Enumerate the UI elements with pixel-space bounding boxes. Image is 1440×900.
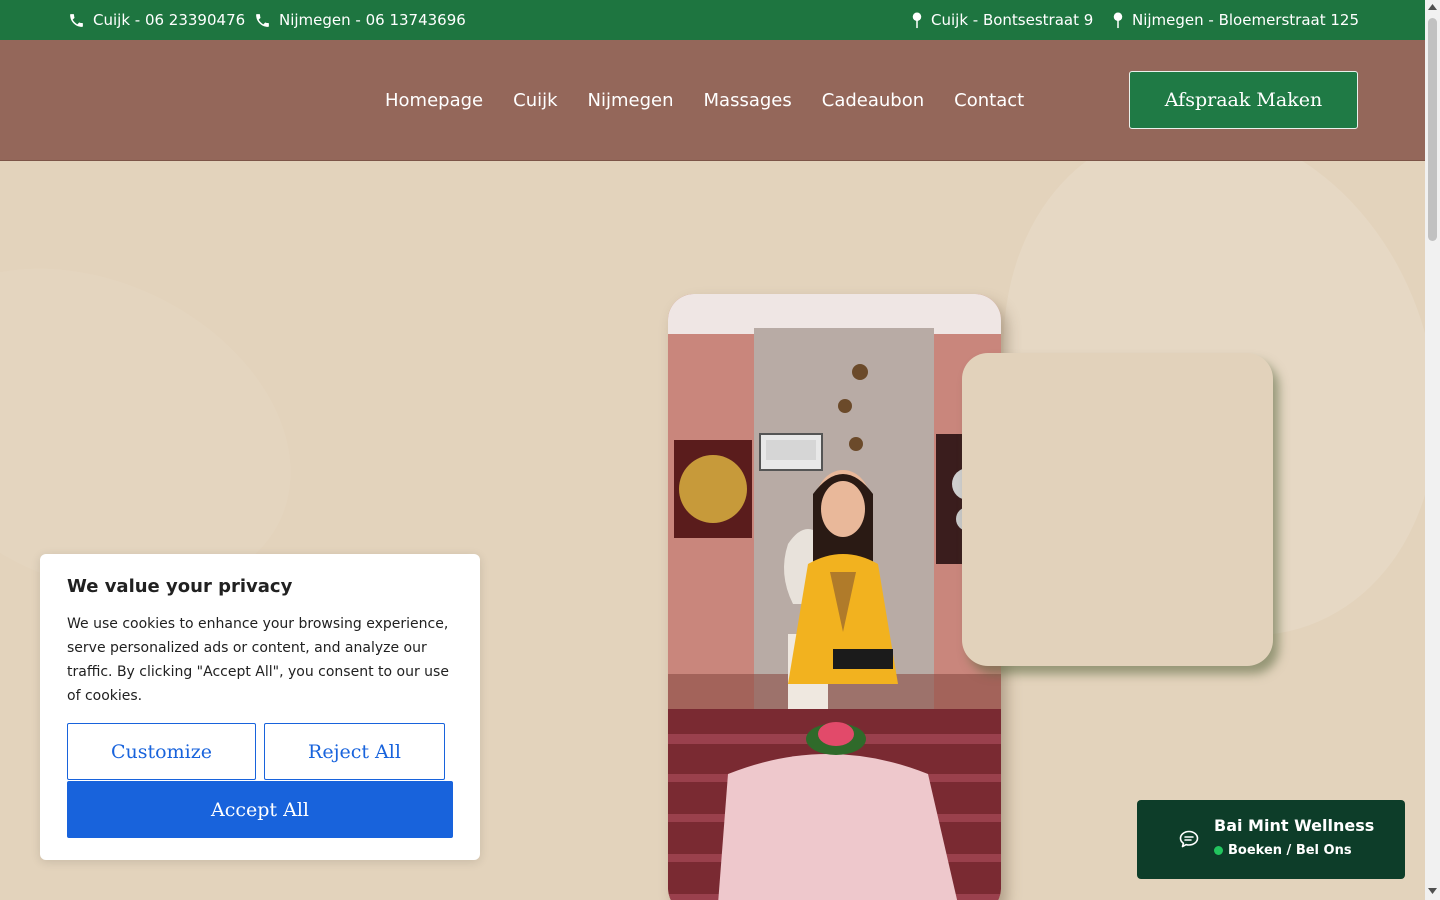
phone-icon	[70, 13, 83, 27]
phone-nijmegen-text: Nijmegen - 06 13743696	[279, 11, 466, 29]
address-link-cuijk[interactable]: Cuijk - Bontsestraat 9	[911, 0, 1093, 40]
cookie-reject-all-button[interactable]: Reject All	[264, 723, 445, 780]
massage-therapist-illustration	[668, 294, 1001, 900]
chat-title: Bai Mint Wellness	[1214, 816, 1375, 835]
hero-photo	[668, 294, 1001, 900]
online-status-dot	[1214, 846, 1223, 855]
nav-item-massages[interactable]: Massages	[704, 90, 792, 111]
nav-item-cuijk[interactable]: Cuijk	[513, 90, 557, 111]
location-pin-icon	[912, 11, 922, 28]
address-cuijk-text: Cuijk - Bontsestraat 9	[931, 11, 1094, 29]
nav-item-homepage[interactable]: Homepage	[385, 90, 483, 111]
scrollbar-thumb[interactable]	[1428, 18, 1437, 241]
main-nav: Homepage Cuijk Nijmegen Massages Cadeaub…	[385, 40, 1054, 160]
nav-item-nijmegen[interactable]: Nijmegen	[588, 90, 674, 111]
scroll-up-arrow-icon[interactable]	[1428, 4, 1437, 10]
phone-cuijk-text: Cuijk - 06 23390476	[93, 11, 246, 29]
cookie-customize-button[interactable]: Customize	[67, 723, 256, 780]
cookie-accept-all-button[interactable]: Accept All	[67, 781, 453, 838]
phone-link-nijmegen[interactable]: Nijmegen - 06 13743696	[254, 0, 466, 40]
scroll-down-arrow-icon[interactable]	[1428, 888, 1437, 894]
address-link-nijmegen[interactable]: Nijmegen - Bloemerstraat 125	[1112, 0, 1359, 40]
nav-item-cadeaubon[interactable]: Cadeaubon	[822, 90, 924, 111]
chat-subtitle: Boeken / Bel Ons	[1228, 843, 1352, 858]
book-appointment-button[interactable]: Afspraak Maken	[1129, 71, 1358, 129]
hero-info-card	[962, 353, 1273, 666]
cookie-description: We use cookies to enhance your browsing …	[67, 616, 449, 704]
phone-link-cuijk[interactable]: Cuijk - 06 23390476	[68, 0, 245, 40]
chat-widget[interactable]: Bai Mint Wellness Boeken / Bel Ons	[1137, 800, 1405, 879]
nav-item-contact[interactable]: Contact	[954, 90, 1024, 111]
location-pin-icon	[1113, 11, 1123, 28]
top-bar: Cuijk - 06 23390476 Nijmegen - 06 137436…	[0, 0, 1425, 40]
address-nijmegen-text: Nijmegen - Bloemerstraat 125	[1132, 11, 1359, 29]
site-header: Homepage Cuijk Nijmegen Massages Cadeaub…	[0, 40, 1425, 161]
cookie-title: We value your privacy	[67, 576, 293, 597]
page-scrollbar[interactable]	[1425, 0, 1440, 900]
chat-bubble-icon	[1179, 830, 1199, 848]
phone-icon	[256, 13, 269, 27]
cookie-consent-dialog: We value your privacy We use cookies to …	[40, 554, 480, 860]
